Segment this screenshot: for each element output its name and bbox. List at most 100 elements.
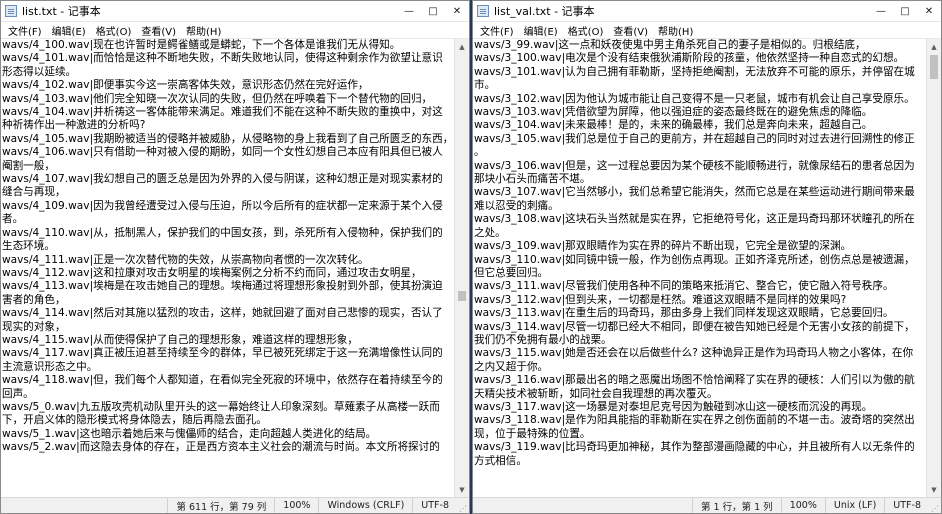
line-ending: Unix (LF) — [824, 498, 884, 513]
zoom-level: 100% — [780, 498, 825, 513]
text-line: 种祈祷作出一种激进的分析吗? — [2, 119, 146, 132]
text-line: wavs/4_115.wav|从而使得保护了自己的理想形象，难道这样的理想形象， — [2, 333, 358, 346]
text-line: wavs/4_101.wav|而恰恰是这种不断地失败，不断失败地认同，使得这种剩… — [2, 52, 443, 65]
text-line: wavs/3_99.wav|这一点和妖夜使鬼中男主角杀死自己的妻子是相似的。归根… — [474, 39, 866, 51]
text-line: wavs/3_114.wav|尽管一切都已经大不相同，即便在被告知她已经是个无害… — [474, 320, 915, 333]
scroll-thumb[interactable] — [458, 291, 466, 301]
text-line: wavs/3_105.wav|我们总是位于自己的更前方，并在超越自己的同时对过去… — [474, 132, 915, 145]
scroll-down-icon[interactable]: ▼ — [927, 482, 941, 497]
text-line: wavs/4_100.wav|现在也许暂时是鳄雀鳝或是蟒蛇，下一个各体是谁我们无… — [2, 39, 401, 51]
text-line: 下，开启义体的隐形模式将身体隐去，随后再隐去面孔。 — [2, 414, 267, 427]
text-line: 回声。 — [2, 387, 34, 400]
text-line: wavs/3_119.wav|比玛奇玛更加神秘，其作为整部漫画隐藏的中心，并且被… — [474, 441, 915, 454]
text-line: wavs/4_114.wav|然后对其施以猛烈的攻击，这样，她就回避了面对自己悲… — [2, 307, 443, 320]
status-bar: 第 611 行，第 79 列 100% Windows (CRLF) UTF-8… — [1, 497, 469, 513]
text-line: wavs/4_118.wav|但，我们每个人都知道，在看似完全死寂的环境中，依然… — [2, 374, 443, 387]
text-line: wavs/3_117.wav|这一场暴是对泰坦尼克号因为触碰到冰山这一硬核而沉没… — [474, 400, 873, 413]
menu-file[interactable]: 文件(F) — [3, 23, 47, 38]
notepad-window-right: list_val.txt - 记事本 — □ ✕ 文件(F) 编辑(E) 格式(… — [472, 0, 942, 514]
menu-bar: 文件(F) 编辑(E) 格式(O) 查看(V) 帮助(H) — [473, 22, 941, 39]
text-line: 缝合与再现， — [2, 186, 66, 199]
text-line: wavs/4_103.wav|他们完全知晓一次次认同的失败，但仍然在呼唤着下一个… — [2, 92, 433, 105]
text-line: wavs/3_106.wav|但是，这一过程总要因为某个硬核不能顺畅进行，就像尿… — [474, 159, 915, 172]
text-line: 方式相信。 — [474, 454, 527, 467]
vertical-scrollbar[interactable]: ▲ ▼ — [926, 39, 941, 497]
text-line: 现，位于最特殊的位置。 — [474, 427, 591, 440]
menu-edit[interactable]: 编辑(E) — [47, 23, 91, 38]
text-line: wavs/4_107.wav|我幻想自己的匮乏总是因为外界的入侵与阴谋，这种幻想… — [2, 173, 443, 186]
text-line: 害者的角色， — [2, 293, 66, 306]
notepad-icon — [5, 5, 17, 17]
resize-grip-icon[interactable]: ⋰ — [929, 498, 941, 513]
window-title: list_val.txt - 记事本 — [494, 5, 595, 18]
title-bar[interactable]: list_val.txt - 记事本 — □ ✕ — [473, 1, 941, 22]
text-line: 之处。 — [474, 226, 506, 239]
menu-view[interactable]: 查看(V) — [136, 23, 181, 38]
text-line: wavs/3_104.wav|未来最棒！是的，未来的确最棒，我们总是奔向未来，超… — [474, 119, 873, 132]
text-line: 形态得以延续。 — [2, 65, 77, 78]
text-line: wavs/3_103.wav|凭借欲望为屏障，他以强迫症的姿态最终既在的避免焦虑… — [474, 106, 873, 119]
maximize-icon[interactable]: □ — [893, 1, 917, 22]
menu-help[interactable]: 帮助(H) — [181, 23, 226, 38]
minimize-icon[interactable]: — — [869, 1, 893, 22]
menu-edit[interactable]: 编辑(E) — [519, 23, 563, 38]
status-bar: 第 1 行，第 1 列 100% Unix (LF) UTF-8 ⋰ — [473, 497, 941, 513]
text-line: 者。 — [2, 213, 24, 226]
text-line: 难以忍受的刺痛。 — [474, 199, 559, 212]
minimize-icon[interactable]: — — [397, 1, 421, 22]
close-icon[interactable]: ✕ — [917, 1, 941, 22]
text-line: 之内又超于你。 — [474, 360, 549, 373]
text-line: 天精尖技术被斩断，如同社会自我理想的再次覆灭。 — [474, 387, 718, 400]
text-line: wavs/5_1.wav|这也暗示着她后来与傀儡师的结合，走向超越人类进化的结局… — [2, 427, 377, 440]
window-title: list.txt - 记事本 — [22, 5, 101, 18]
notepad-window-left: list.txt - 记事本 — □ ✕ 文件(F) 编辑(E) 格式(O) 查… — [0, 0, 470, 514]
text-line: wavs/3_101.wav|认为自己拥有菲勒斯，坚持拒绝阉割，无法放弃不可能的… — [474, 65, 915, 78]
menu-bar: 文件(F) 编辑(E) 格式(O) 查看(V) 帮助(H) — [1, 22, 469, 39]
menu-format[interactable]: 格式(O) — [563, 23, 609, 38]
text-line: wavs/4_102.wav|即便事实今这一崇高客体失效，意识形态仍然在完好运作… — [2, 79, 369, 92]
text-line: wavs/4_117.wav|真正被压迫甚至持续至今的群体，早已被死死绑定于这一… — [2, 347, 443, 360]
text-line: wavs/3_108.wav|这块石头当然就是实在界，它拒绝符号化，这正是玛奇玛… — [474, 213, 915, 226]
text-line: 但它总要回归。 — [474, 266, 549, 279]
text-line: wavs/3_109.wav|那双眼睛作为实在界的碎片不断出现，它完全是欲望的深… — [474, 240, 852, 253]
title-bar[interactable]: list.txt - 记事本 — □ ✕ — [1, 1, 469, 22]
cursor-position: 第 1 行，第 1 列 — [692, 498, 781, 513]
scroll-up-icon[interactable]: ▲ — [927, 39, 941, 54]
text-line: wavs/3_112.wav|但到头来，一切都是枉然。难道这双眼睛不是同样的效果… — [474, 293, 847, 306]
text-line: wavs/5_0.wav|九五版攻壳机动队里开头的这一幕始终让人印象深刻。草薙素… — [2, 400, 440, 413]
text-line: wavs/3_113.wav|在重生后的玛奇玛，那由多身上我们同样发现这双眼睛，… — [474, 307, 894, 320]
text-line: wavs/3_100.wav|电次是个没有结束俄狄浦斯阶段的孩童，他依然坚持一种… — [474, 52, 905, 65]
text-line: wavs/4_112.wav|这和拉康对攻击女明星的埃梅案例之分析不约而同，通过… — [2, 266, 422, 279]
menu-format[interactable]: 格式(O) — [91, 23, 137, 38]
text-line: 那块小石头而痛苦不堪。 — [474, 173, 591, 186]
vertical-scrollbar[interactable]: ▲ ▼ — [454, 39, 469, 497]
text-line: wavs/4_109.wav|因为我曾经遭受过入侵与压迫，所以今后所有的症状都一… — [2, 199, 443, 212]
text-line: 生态环境。 — [2, 240, 55, 253]
encoding: UTF-8 — [412, 498, 457, 513]
scroll-up-icon[interactable]: ▲ — [455, 39, 469, 54]
resize-grip-icon[interactable]: ⋰ — [457, 498, 469, 513]
zoom-level: 100% — [274, 498, 318, 513]
cursor-position: 第 611 行，第 79 列 — [167, 498, 274, 513]
menu-help[interactable]: 帮助(H) — [653, 23, 698, 38]
line-ending: Windows (CRLF) — [318, 498, 412, 513]
text-line: 我们仍不免拥有最小的战栗。 — [474, 333, 612, 346]
text-line: wavs/4_105.wav|我期盼被适当的侵略并被威胁，从侵略物的身上我看到了… — [2, 132, 453, 145]
text-line: 。 — [474, 146, 485, 159]
text-line: wavs/5_2.wav|而这隐去身体的存在，正是西方资本主义社会的潮流与时尚。… — [2, 441, 440, 454]
text-line: wavs/3_118.wav|是作为阳具能指的菲勒斯在实在界之创伤面前的不堪一击… — [474, 414, 915, 427]
scroll-down-icon[interactable]: ▼ — [455, 482, 469, 497]
notepad-icon — [477, 5, 489, 17]
text-editor[interactable]: wavs/4_100.wav|现在也许暂时是鳄雀鳝或是蟒蛇，下一个各体是谁我们无… — [1, 39, 454, 497]
text-line: wavs/4_110.wav|从，抵制黑人，保护我们的中国女孩，到，杀死所有入侵… — [2, 226, 443, 239]
text-line: wavs/4_106.wav|只有借助一种对被入侵的期盼，如同一个女性幻想自己本… — [2, 146, 443, 159]
text-line: wavs/4_104.wav|并析祷这一客体能带来满足。难道我们不能在这种不断失… — [2, 106, 443, 119]
maximize-icon[interactable]: □ — [421, 1, 445, 22]
close-icon[interactable]: ✕ — [445, 1, 469, 22]
text-line: wavs/3_102.wav|因为他认为城市能让自己变得不是一只老鼠，城市有机会… — [474, 92, 915, 105]
menu-file[interactable]: 文件(F) — [475, 23, 519, 38]
text-editor[interactable]: wavs/3_99.wav|这一点和妖夜使鬼中男主角杀死自己的妻子是相似的。归根… — [473, 39, 926, 497]
scroll-thumb[interactable] — [930, 55, 938, 79]
text-line: 现实的对象， — [2, 320, 66, 333]
menu-view[interactable]: 查看(V) — [608, 23, 653, 38]
